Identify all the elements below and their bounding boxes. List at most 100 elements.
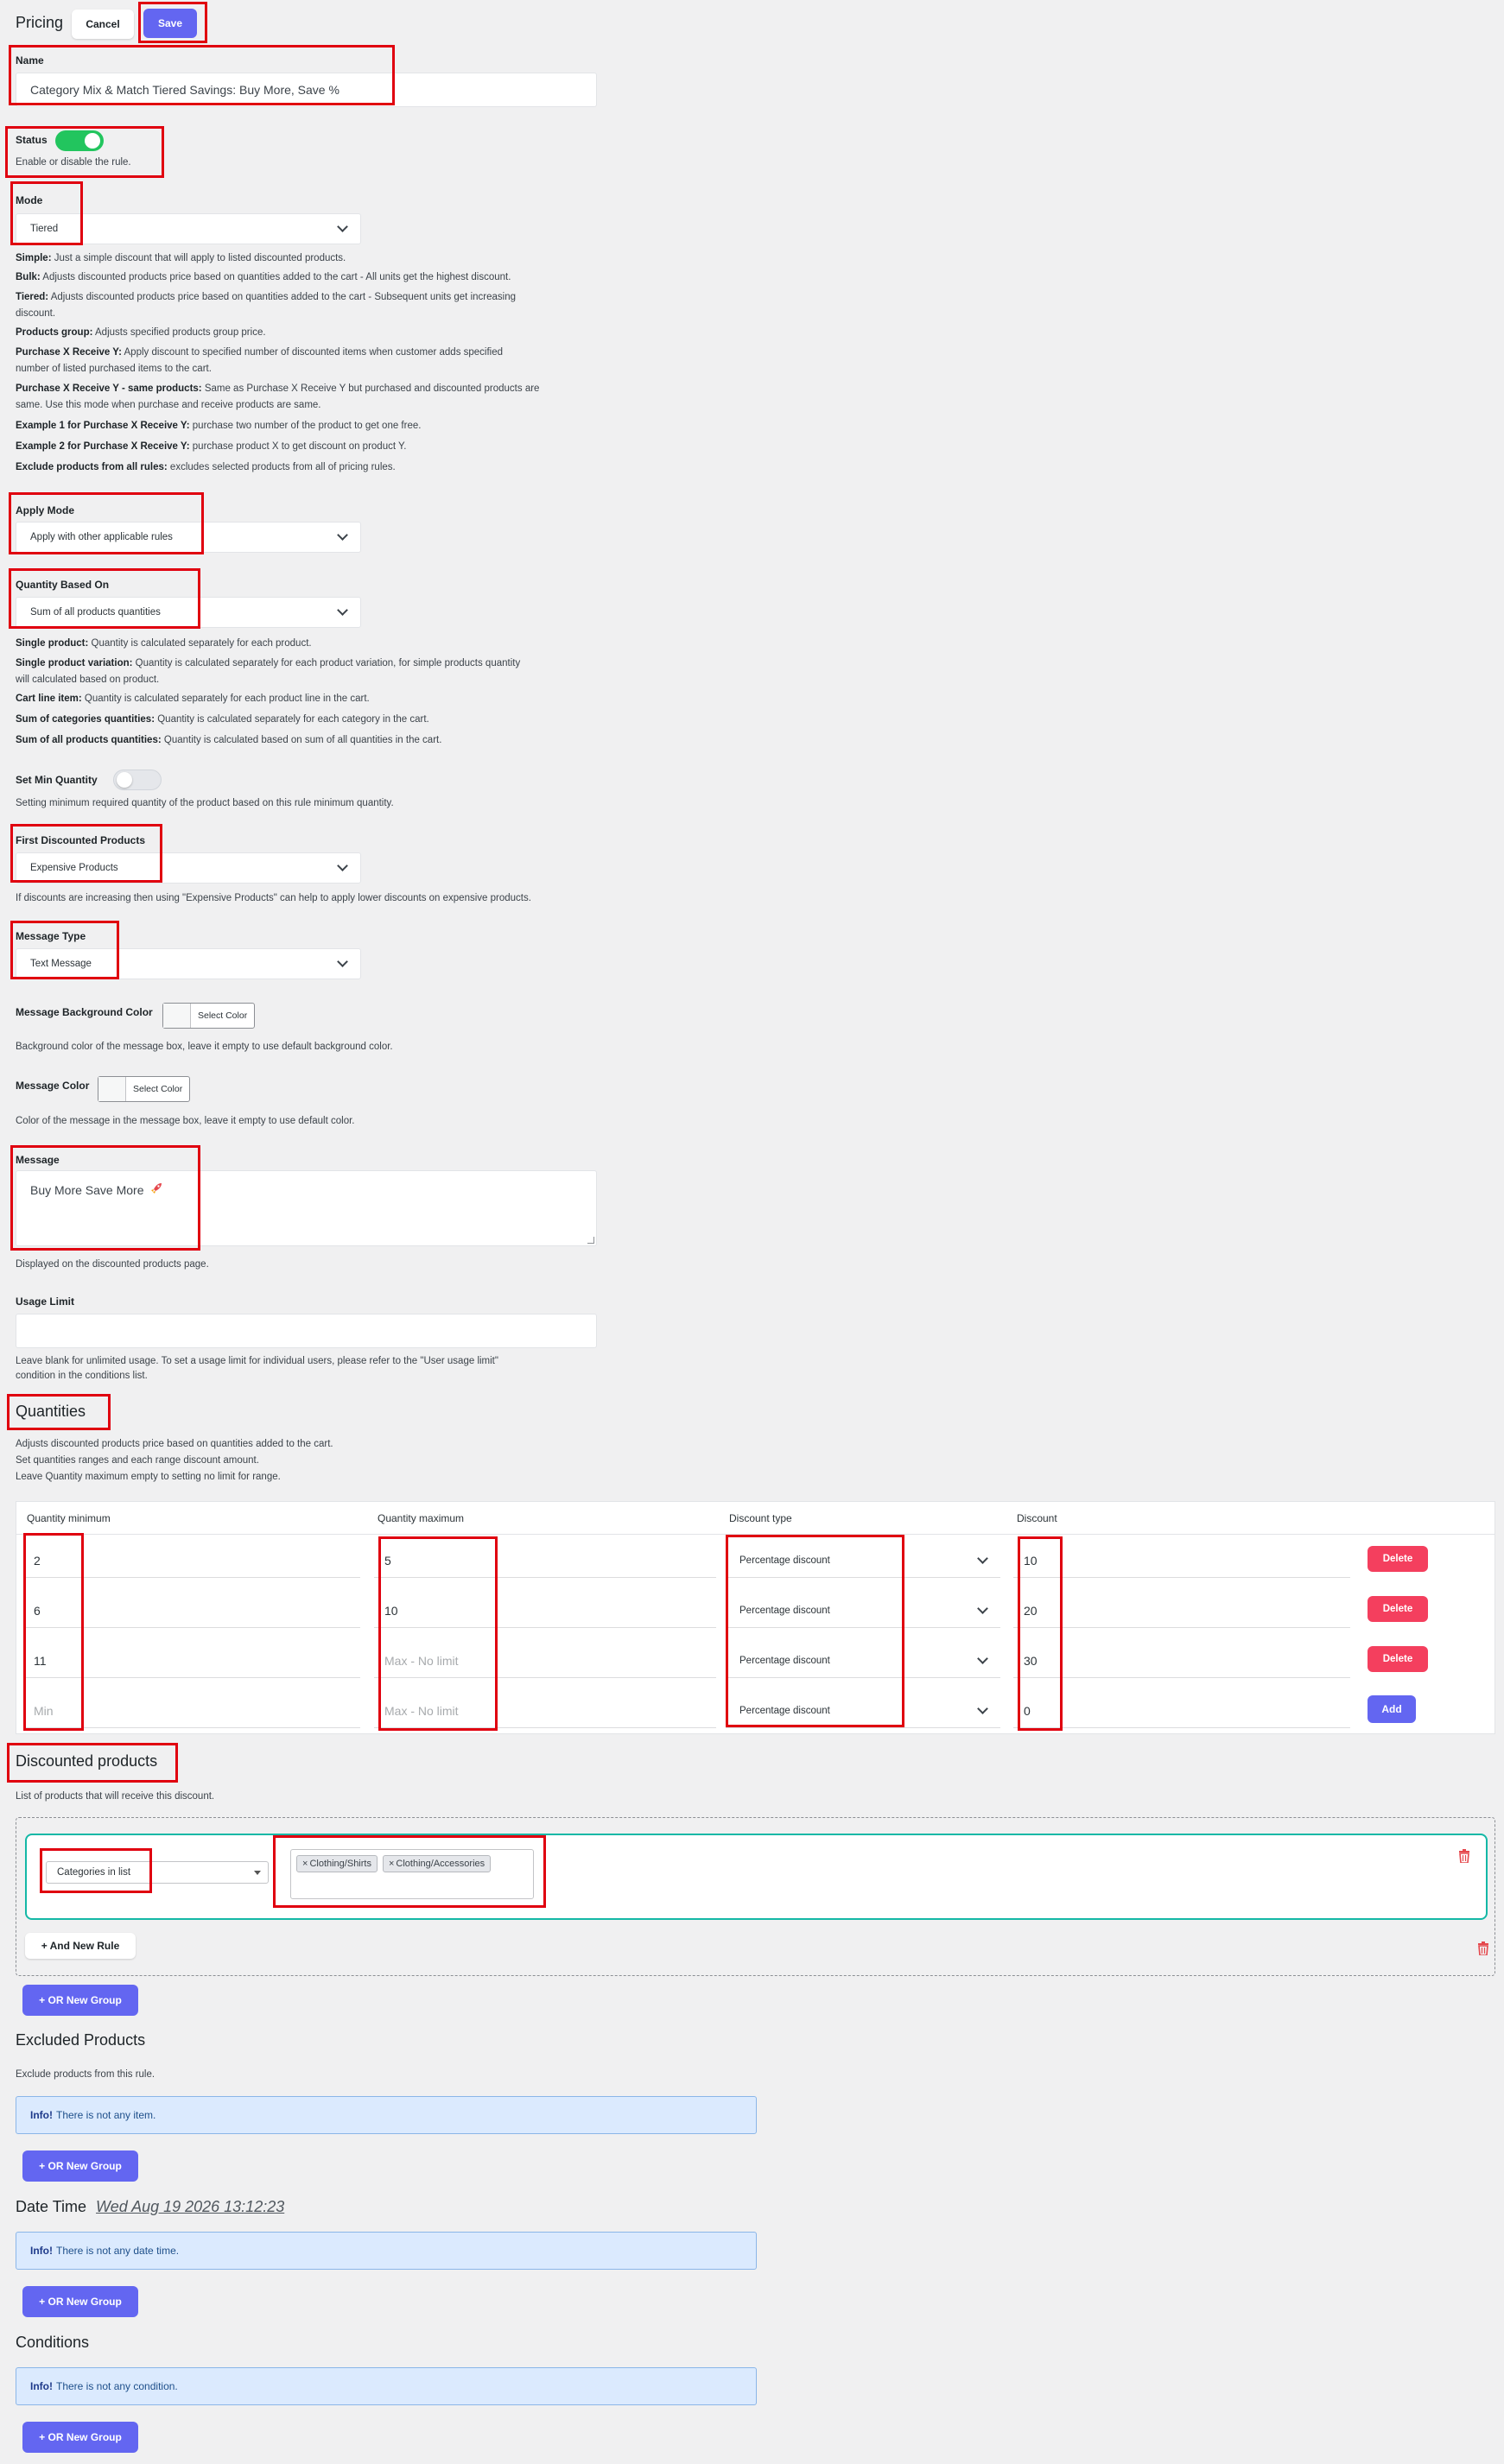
page-title: Pricing xyxy=(16,14,64,31)
mode-help-line: same. Use this mode when purchase and re… xyxy=(16,400,321,410)
discount-input[interactable]: 10 xyxy=(1013,1543,1350,1578)
caret-down-icon xyxy=(254,1870,261,1875)
name-input[interactable]: Category Mix & Match Tiered Savings: Buy… xyxy=(16,73,597,107)
message-color-picker[interactable]: Select Color xyxy=(98,1076,191,1102)
quantity-help-line: Single product variation: Quantity is ca… xyxy=(16,658,521,668)
first-discounted-desc: If discounts are increasing then using "… xyxy=(16,893,531,903)
mode-help-line: Products group: Adjusts specified produc… xyxy=(16,327,266,338)
quantity-help-line: Cart line item: Quantity is calculated s… xyxy=(16,694,370,704)
name-label: Name xyxy=(16,54,44,67)
mode-help-line: Purchase X Receive Y: Apply discount to … xyxy=(16,347,504,358)
trash-icon[interactable] xyxy=(1477,1941,1489,1956)
quantity-min-input[interactable]: 2 xyxy=(23,1543,360,1578)
or-new-group-button[interactable]: + OR New Group xyxy=(22,1985,138,2016)
excluded-products-title: Excluded Products xyxy=(16,2031,146,2049)
header-quantity-maximum: Quantity maximum xyxy=(378,1512,465,1524)
set-min-quantity-toggle[interactable] xyxy=(113,770,162,790)
discount-input[interactable]: 30 xyxy=(1013,1644,1350,1678)
delete-button[interactable]: Delete xyxy=(1368,1596,1428,1622)
quantity-min-input[interactable]: 11 xyxy=(23,1644,360,1678)
quantity-max-input[interactable]: 10 xyxy=(374,1593,716,1628)
color-swatch xyxy=(98,1077,126,1101)
or-new-group-button[interactable]: + OR New Group xyxy=(22,2286,138,2317)
message-textarea[interactable]: Buy More Save More xyxy=(16,1170,597,1246)
mode-help-line: Bulk: Adjusts discounted products price … xyxy=(16,272,511,282)
current-date: Wed Aug 19 2026 13:12:23 xyxy=(96,2198,285,2215)
select-color-label: Select Color xyxy=(133,1084,183,1094)
chevron-down-icon xyxy=(977,1652,988,1664)
cancel-button[interactable]: Cancel xyxy=(72,10,134,39)
quantity-based-value: Sum of all products quantities xyxy=(30,607,161,618)
mode-help-line: Example 2 for Purchase X Receive Y: purc… xyxy=(16,441,407,452)
trash-icon[interactable] xyxy=(1458,1849,1470,1864)
mode-help-line: Tiered: Adjusts discounted products pric… xyxy=(16,292,516,302)
quantity-min-input[interactable]: 6 xyxy=(23,1593,360,1628)
save-button[interactable]: Save xyxy=(143,9,197,38)
conditions-title: Conditions xyxy=(16,2334,90,2351)
remove-tag-icon[interactable]: × xyxy=(302,1859,308,1869)
or-new-group-button[interactable]: + OR New Group xyxy=(22,2422,138,2453)
resize-handle-icon[interactable] xyxy=(587,1237,594,1244)
quantity-max-input[interactable]: 5 xyxy=(374,1543,716,1578)
discount-input[interactable]: 20 xyxy=(1013,1593,1350,1628)
chevron-down-icon xyxy=(337,221,348,232)
discount-type-select[interactable]: Percentage discount xyxy=(726,1694,1000,1728)
header-discount-type: Discount type xyxy=(729,1512,792,1524)
mode-help-line: discount. xyxy=(16,308,56,319)
usage-limit-desc: condition in the conditions list. xyxy=(16,1371,148,1381)
first-discounted-value: Expensive Products xyxy=(30,863,118,873)
rule-card: Categories in list × Clothing/Shirts × Clot… xyxy=(25,1834,1488,1920)
rule-type-value: Categories in list xyxy=(57,1867,131,1878)
add-row-button[interactable]: Add xyxy=(1368,1695,1416,1723)
discount-type-value: Percentage discount xyxy=(739,1605,830,1616)
excluded-products-desc: Exclude products from this rule. xyxy=(16,2069,155,2080)
quantity-based-label: Quantity Based On xyxy=(16,579,110,591)
color-swatch xyxy=(163,1004,191,1028)
message-bg-color-desc: Background color of the message box, lea… xyxy=(16,1042,393,1052)
apply-mode-label: Apply Mode xyxy=(16,504,74,516)
quantity-min-input[interactable]: Min xyxy=(23,1694,360,1728)
quantities-table: Quantity minimum Quantity maximum Discou… xyxy=(16,1501,1495,1734)
message-label: Message xyxy=(16,1154,60,1166)
mode-help-line: Simple: Just a simple discount that will… xyxy=(16,253,346,263)
and-new-rule-button[interactable]: + And New Rule xyxy=(25,1933,136,1959)
message-type-select[interactable]: Text Message xyxy=(16,948,361,979)
mode-help-line: Example 1 for Purchase X Receive Y: purc… xyxy=(16,421,422,431)
date-time-title: Date Time Wed Aug 19 2026 13:12:23 xyxy=(16,2198,285,2215)
discounted-products-desc: List of products that will receive this … xyxy=(16,1791,215,1802)
or-new-group-button[interactable]: + OR New Group xyxy=(22,2150,138,2182)
remove-tag-icon[interactable]: × xyxy=(389,1859,394,1869)
quantity-based-help: Single product: Quantity is calculated s… xyxy=(16,634,603,750)
delete-button[interactable]: Delete xyxy=(1368,1546,1428,1572)
first-discounted-select[interactable]: Expensive Products xyxy=(16,852,361,884)
quantity-max-input[interactable]: Max - No limit xyxy=(374,1644,716,1678)
discount-input[interactable]: 0 xyxy=(1013,1694,1350,1728)
set-min-quantity-label: Set Min Quantity xyxy=(16,774,98,786)
discount-type-select[interactable]: Percentage discount xyxy=(726,1593,1000,1628)
quantity-help-line: Sum of all products quantities: Quantity… xyxy=(16,735,442,745)
discount-type-select[interactable]: Percentage discount xyxy=(726,1644,1000,1678)
delete-button[interactable]: Delete xyxy=(1368,1646,1428,1672)
mode-select[interactable]: Tiered xyxy=(16,213,361,244)
message-text: Buy More Save More xyxy=(30,1182,144,1197)
usage-limit-label: Usage Limit xyxy=(16,1295,75,1308)
quantity-based-select[interactable]: Sum of all products quantities xyxy=(16,597,361,628)
usage-limit-input[interactable] xyxy=(16,1314,597,1348)
quantity-max-input[interactable]: Max - No limit xyxy=(374,1694,716,1728)
status-toggle[interactable] xyxy=(55,130,104,151)
discounted-products-title: Discounted products xyxy=(16,1752,158,1770)
message-color-desc: Color of the message in the message box,… xyxy=(16,1116,355,1126)
excluded-products-info: Info! There is not any item. xyxy=(16,2096,757,2134)
usage-limit-desc: Leave blank for unlimited usage. To set … xyxy=(16,1356,498,1366)
categories-multiselect[interactable]: × Clothing/Shirts × Clothing/Accessories xyxy=(290,1849,534,1899)
quantity-help-line: Sum of categories quantities: Quantity i… xyxy=(16,714,429,725)
discount-type-select[interactable]: Percentage discount xyxy=(726,1543,1000,1578)
category-tag[interactable]: × Clothing/Accessories xyxy=(382,1855,492,1872)
message-bg-color-picker[interactable]: Select Color xyxy=(162,1003,256,1029)
rule-type-select[interactable]: Categories in list xyxy=(46,1861,269,1884)
category-tag[interactable]: × Clothing/Shirts xyxy=(296,1855,378,1872)
first-discounted-label: First Discounted Products xyxy=(16,834,146,846)
apply-mode-select[interactable]: Apply with other applicable rules xyxy=(16,522,361,553)
status-label: Status xyxy=(16,134,48,146)
chevron-down-icon xyxy=(337,605,348,616)
